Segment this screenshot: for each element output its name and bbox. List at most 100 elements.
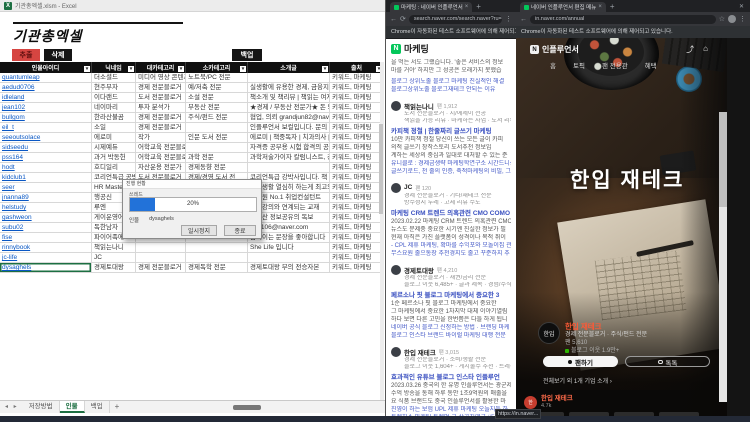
cell-person-id[interactable]: jean102	[0, 103, 92, 113]
menu-icon[interactable]: ⋮	[739, 15, 746, 23]
cell-category-minor[interactable]: 부동산 전문	[186, 103, 248, 113]
cell-category-minor[interactable]: 경제동향 전문	[186, 163, 248, 173]
cell-source[interactable]: 키워드, 마케팅	[330, 93, 384, 103]
cell-intro[interactable]: 경제토대왕 부의 전승자본	[248, 263, 330, 273]
add-sheet-button[interactable]: +	[110, 401, 125, 413]
tab-close-icon[interactable]: ×	[465, 4, 469, 10]
cell-person-id[interactable]: aedud0706	[0, 83, 92, 93]
cell-source[interactable]: 키워드, 마케팅	[330, 263, 384, 273]
result-sub-link[interactable]: 네이버 공식 블로그 신청하는 방법 · 브랜딩 마케	[391, 324, 511, 332]
cell-intro[interactable]	[248, 163, 330, 173]
browser-tab-influencer[interactable]: 네이버 인플루언서 편집 메뉴 ×	[520, 2, 606, 12]
cell-source[interactable]: 키워드, 마케팅	[330, 193, 384, 203]
cell-intro[interactable]: 협업, 의뢰 grandjun82@naver.com	[248, 113, 330, 123]
result-headline-link[interactable]: 효과적인 유튜브 블로그 인스타 인플루언	[391, 373, 511, 382]
cell-person-id[interactable]: seer	[0, 183, 92, 193]
cell-person-id[interactable]: sidseedu	[0, 143, 92, 153]
cell-source[interactable]: 키워드, 마케팅	[330, 123, 384, 133]
sheet-nav-arrows[interactable]: ◂ ▸	[0, 401, 23, 413]
cell-nickname[interactable]: 경제토대왕	[92, 263, 136, 273]
result-sub-link[interactable]: 블로그 인스타 브랜드 바이럴 마케팅 대행 전문	[391, 332, 511, 340]
result-profile-row[interactable]: JC 팬 120	[391, 182, 511, 193]
profile-name[interactable]: 경제토대왕	[404, 265, 434, 275]
cell-source[interactable]: 키워드, 마케팅	[330, 83, 384, 93]
cell-person-id[interactable]: rinnybook	[0, 243, 92, 253]
influencer-brand[interactable]: N 인플루언서	[530, 44, 579, 55]
result-profile-row[interactable]: 경제토대왕 팬 4,210	[391, 264, 511, 275]
filter-dropdown-icon[interactable]: ▾	[322, 66, 328, 72]
cell-category-major[interactable]: 어학교육 전문블로	[136, 143, 186, 153]
column-header[interactable]: 소카테고리 ▾	[186, 62, 248, 73]
result-sub-link[interactable]: 글쓰기로드, 천 줄의 인증, 축적마케팅의 비밀, 그	[391, 168, 511, 176]
cell-nickname[interactable]: 책읽는나니	[92, 243, 136, 253]
cell-category-major[interactable]: 자산운용 전문가	[136, 163, 186, 173]
browser-profile-avatar[interactable]	[728, 15, 736, 23]
cell-category-major[interactable]	[136, 253, 186, 263]
profile-name[interactable]: 책읽는나니	[404, 101, 434, 111]
intro-link[interactable]: 블로그 상위노출 블로그 마케팅 진실적인 해결	[391, 78, 511, 86]
share-icon[interactable]: ⤴	[686, 44, 694, 55]
cell-category-minor[interactable]: 경제독학 전문	[186, 263, 248, 273]
cell-nickname[interactable]: 시제예듀	[92, 143, 136, 153]
page-scrollbar[interactable]	[719, 112, 727, 402]
cell-source[interactable]: 키워드, 마케팅	[330, 223, 384, 233]
result-sub-link[interactable]: 무스요원 줄으통장 추천경지도 줄고 꾸준하지 추	[391, 250, 511, 258]
cell-person-id[interactable]: gashweon	[0, 213, 92, 223]
cell-source[interactable]: 키워드, 마케팅	[330, 113, 384, 123]
sheet-tab-backup[interactable]: 백업	[85, 401, 110, 413]
influencer-name[interactable]: 한입 재테크	[565, 322, 647, 331]
sheet-tab-person[interactable]: 인물	[59, 401, 85, 413]
column-header[interactable]: 인물아이디 ▾	[0, 62, 92, 73]
result-sub-link[interactable]: - CPL 제휴 마케팅, 확마를 수익포와 모놀이집 관	[391, 242, 511, 250]
cell-source[interactable]: 키워드, 마케팅	[330, 203, 384, 213]
result-sub-link[interactable]: 유니클로 : 경제금생략 마케팅학연구소 시간드니상	[391, 160, 511, 168]
cell-category-major[interactable]: 경제 전문블로거	[136, 113, 186, 123]
cell-person-id[interactable]: kidclub1	[0, 173, 92, 183]
new-tab-button[interactable]: +	[476, 2, 481, 11]
vertical-scrollbar-thumb[interactable]	[379, 124, 383, 214]
influencer-avatar[interactable]: 한입	[538, 322, 560, 344]
delete-button[interactable]: 삭제	[44, 49, 72, 61]
cell-person-id[interactable]: helstudy	[0, 203, 92, 213]
cell-category-minor[interactable]: 주식/펀드 전문	[186, 113, 248, 123]
cell-nickname[interactable]: 더소셜드	[92, 73, 136, 83]
cell-person-id[interactable]: pss164	[0, 153, 92, 163]
nav-item[interactable]: 혜택	[645, 60, 657, 70]
cell-intro[interactable]: 자격증 공부용 시험 합격의 공식, 시대	[248, 143, 330, 153]
result-headline-link[interactable]: 카피책 정철 | 한줄짜리 글쓰기 마케팅	[391, 127, 511, 136]
cell-category-major[interactable]: 어학교육 전문블로	[136, 153, 186, 163]
cell-category-minor[interactable]	[186, 243, 248, 253]
profile-name[interactable]: JC	[404, 184, 412, 191]
cell-source[interactable]: 키워드, 마케팅	[330, 153, 384, 163]
cell-category-major[interactable]: 경제 전문블로거	[136, 83, 186, 93]
cell-person-id[interactable]: bullgom	[0, 113, 92, 123]
cell-source[interactable]: 키워드, 마케팅	[330, 243, 384, 253]
result-sub-link[interactable]: 진영이 하는 보험 UPL 제휴 마케팅 오늘지들 하	[391, 406, 511, 414]
tab-close-icon[interactable]: ×	[598, 4, 602, 10]
cell-category-minor[interactable]: 소설 전문	[186, 93, 248, 103]
cell-category-major[interactable]: 경제 전문블로거	[136, 263, 186, 273]
fan-button[interactable]: 팬하기	[543, 356, 618, 367]
cell-person-id[interactable]: jnanna89	[0, 193, 92, 203]
cell-nickname[interactable]: 현주부자	[92, 83, 136, 93]
cell-category-minor[interactable]: 예/저축 전문	[186, 83, 248, 93]
bookmark-star-icon[interactable]: ☆	[719, 15, 725, 23]
cell-nickname[interactable]: 이다랜드	[92, 93, 136, 103]
vertical-scrollbar[interactable]	[379, 62, 384, 400]
back-icon[interactable]: ←	[520, 16, 527, 23]
cell-nickname[interactable]: 소일	[92, 123, 136, 133]
cell-category-major[interactable]: 작가	[136, 133, 186, 143]
nav-item[interactable]: 토픽	[573, 60, 585, 70]
talk-button[interactable]: 톡톡	[625, 356, 710, 367]
cell-source[interactable]: 키워드, 마케팅	[330, 213, 384, 223]
sheet-tab-save-method[interactable]: 저장방법	[23, 401, 60, 413]
cell-intro[interactable]	[248, 253, 330, 263]
filter-dropdown-icon[interactable]: ▾	[84, 66, 90, 72]
filter-dropdown-icon[interactable]: ▾	[128, 66, 134, 72]
cell-person-id[interactable]: eil_t	[0, 123, 92, 133]
excel-titlebar[interactable]: X 기관총엑셀.xlsm - Excel	[0, 0, 385, 12]
cell-nickname[interactable]: 호디일리	[92, 163, 136, 173]
cell-category-major[interactable]: 경제 전문블로거	[136, 123, 186, 133]
cell-category-minor[interactable]: 과학 전문	[186, 153, 248, 163]
cell-intro[interactable]: 과학저술가이자 칼럼니스트, 강연인	[248, 153, 330, 163]
